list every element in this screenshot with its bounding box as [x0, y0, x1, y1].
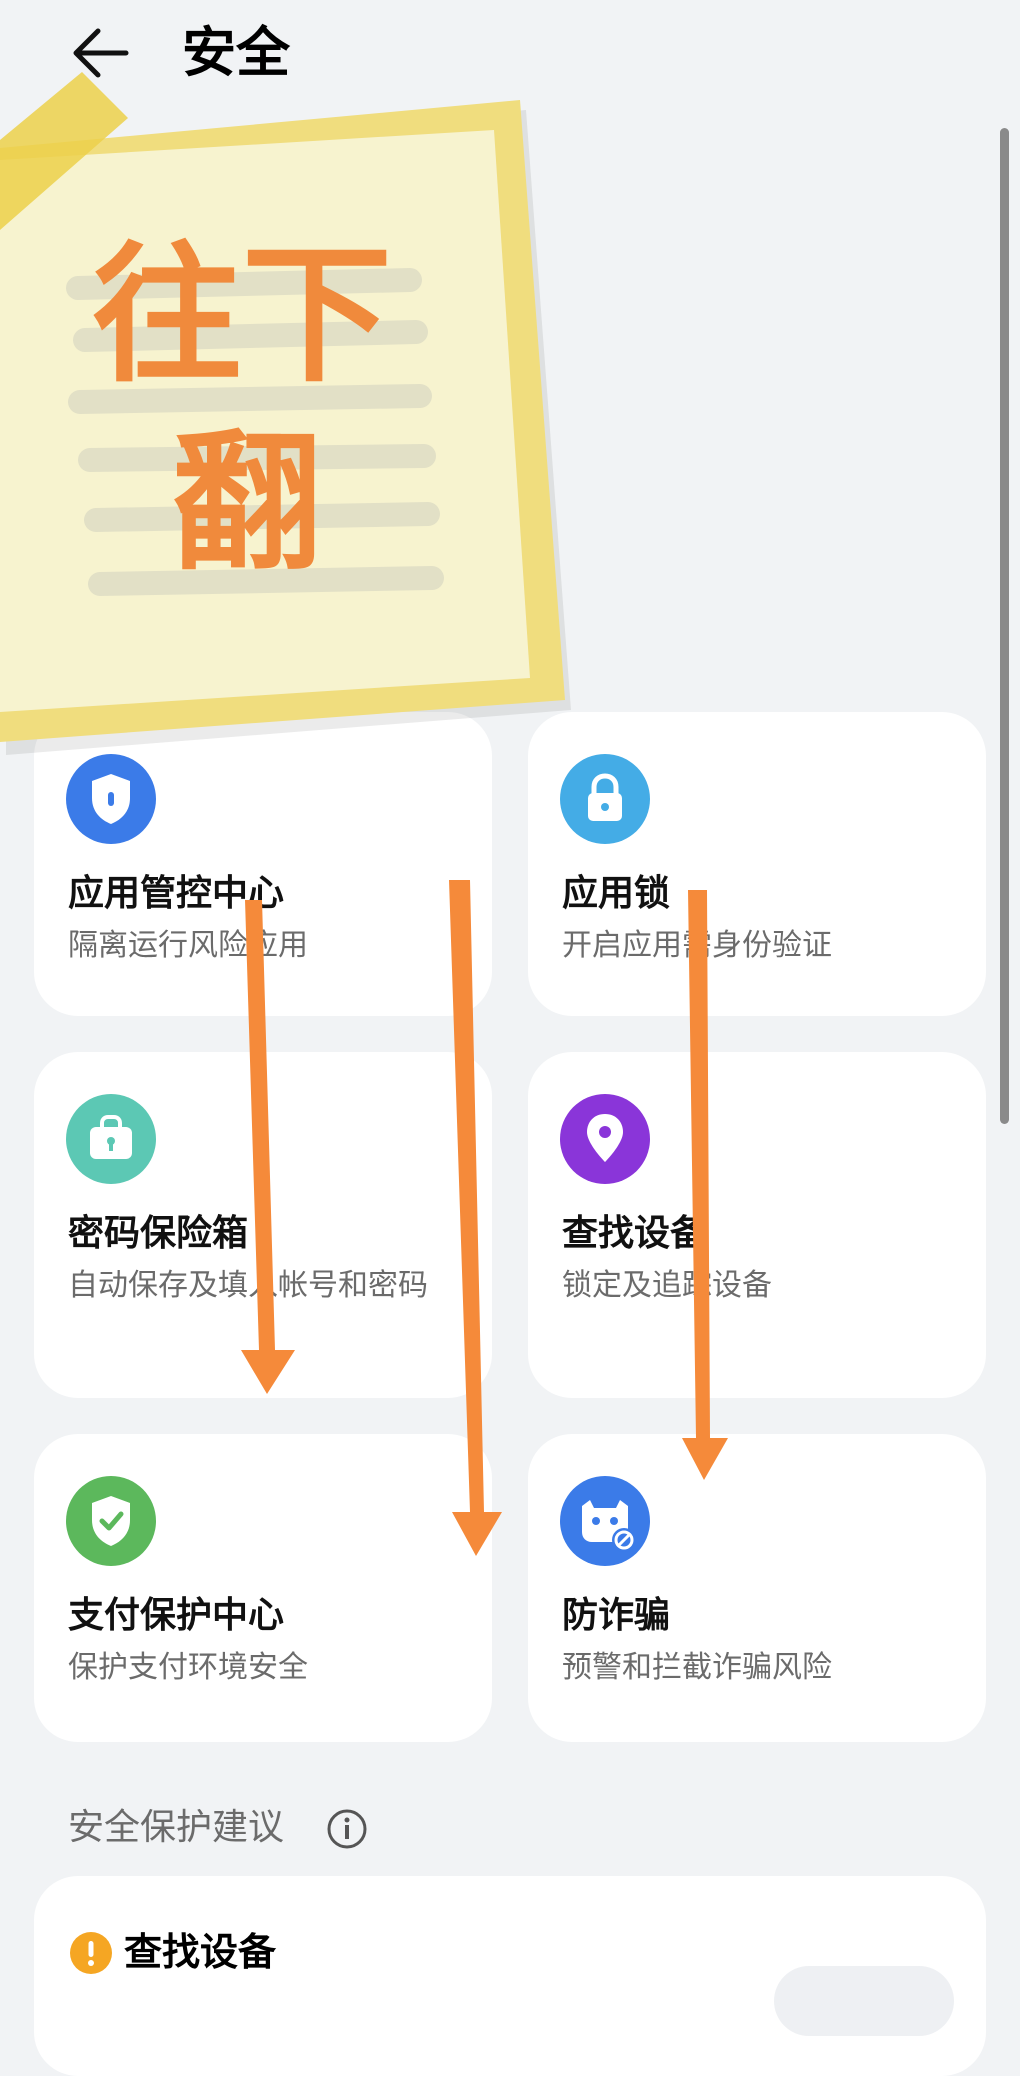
- back-button[interactable]: [68, 18, 138, 88]
- shield-icon: [66, 754, 156, 844]
- card-title: 应用锁: [562, 873, 671, 914]
- header-bar: 安全: [0, 0, 1020, 110]
- info-icon[interactable]: [326, 1808, 368, 1850]
- sticky-note-overlay: 往下 翻: [0, 0, 1020, 760]
- note-text-line1: 往下: [92, 229, 393, 403]
- card-title: 查找设备: [562, 1213, 707, 1254]
- scrollbar[interactable]: [1000, 128, 1009, 1124]
- card-title: 密码保险箱: [68, 1213, 249, 1254]
- suggestion-action-button[interactable]: [774, 1966, 954, 2036]
- card-subtitle: 自动保存及填入帐号和密码: [68, 1268, 428, 1303]
- card-app-control[interactable]: 应用管控中心 隔离运行风险应用: [34, 712, 492, 1016]
- card-subtitle: 预警和拦截诈骗风险: [562, 1650, 832, 1685]
- page-title: 安全: [182, 21, 290, 84]
- card-payment-protection[interactable]: 支付保护中心 保护支付环境安全: [34, 1434, 492, 1742]
- card-title: 支付保护中心: [68, 1595, 285, 1636]
- section-title: 安全保护建议: [68, 1807, 285, 1848]
- location-pin-icon: [560, 1094, 650, 1184]
- suggestion-title: 查找设备: [124, 1930, 277, 1974]
- card-subtitle: 开启应用需身份验证: [562, 928, 832, 963]
- back-arrow-icon: [73, 28, 129, 78]
- anti-fraud-icon: [560, 1476, 650, 1566]
- warning-icon: [70, 1932, 112, 1974]
- safe-icon: [66, 1094, 156, 1184]
- shield-check-icon: [66, 1476, 156, 1566]
- card-subtitle: 隔离运行风险应用: [68, 928, 308, 963]
- lock-icon: [560, 754, 650, 844]
- suggestion-card[interactable]: 查找设备: [34, 1876, 986, 2076]
- card-subtitle: 锁定及追踪设备: [562, 1268, 772, 1303]
- card-subtitle: 保护支付环境安全: [68, 1650, 308, 1685]
- card-title: 防诈骗: [562, 1595, 671, 1636]
- card-title: 应用管控中心: [68, 873, 285, 914]
- card-app-lock[interactable]: 应用锁 开启应用需身份验证: [528, 712, 986, 1016]
- card-anti-fraud[interactable]: 防诈骗 预警和拦截诈骗风险: [528, 1434, 986, 1742]
- card-find-device[interactable]: 查找设备 锁定及追踪设备: [528, 1052, 986, 1398]
- card-password-vault[interactable]: 密码保险箱 自动保存及填入帐号和密码: [34, 1052, 492, 1398]
- note-text-line2: 翻: [172, 417, 323, 591]
